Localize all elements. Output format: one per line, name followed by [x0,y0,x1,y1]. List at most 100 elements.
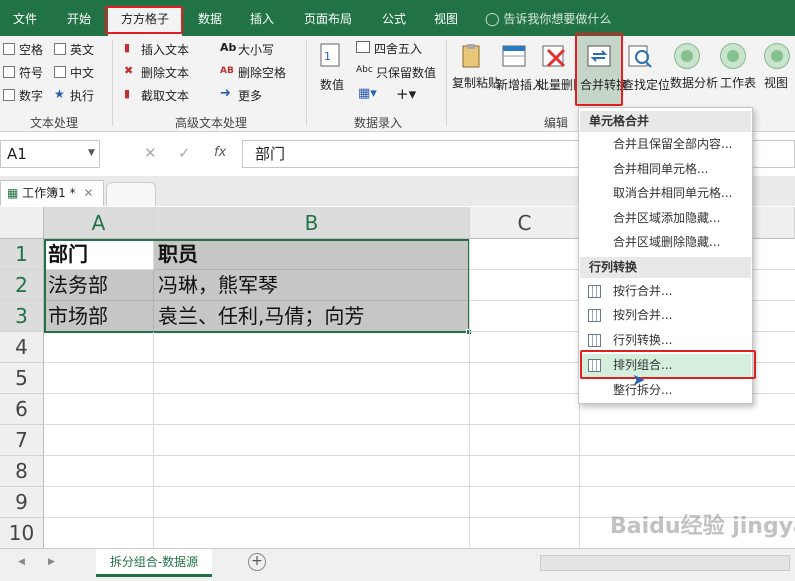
find-locate-icon [628,45,652,68]
round-button[interactable]: 四舍五入 [374,40,422,57]
cancel-icon[interactable]: ✕ [144,144,157,162]
tell-me-search[interactable]: ◯ 告诉我你想要做什么 [485,7,611,31]
tab-insert[interactable]: 插入 [240,7,284,31]
menu-item-merge-add-hidden[interactable]: 合并区域添加隐藏... [580,207,751,230]
label-symbol: 符号 [19,66,44,80]
clipboard-icon [462,44,480,68]
add-sheet-icon[interactable]: + [248,553,266,571]
menu-item-label: 行列转换... [613,333,673,347]
more-arrow-icon: ➜ [220,86,231,101]
prev-sheet-icon[interactable]: ◀ [18,557,25,567]
copy-paste-button[interactable]: 复制粘贴 [452,76,500,90]
group-label-data-entry: 数据录入 [353,116,402,130]
execute-button[interactable]: 执行 [70,87,94,104]
checkbox-chinese[interactable] [54,66,66,78]
tab-data[interactable]: 数据 [188,7,232,31]
tell-me-text: 告诉我你想要做什么 [503,12,612,26]
fill-icon[interactable]: ▦▾ [358,86,377,101]
row-header[interactable]: 9 [0,487,44,518]
case-icon: Ab [220,41,237,54]
tab-page-layout[interactable]: 页面布局 [296,7,360,31]
plus-icon[interactable]: +▾ [396,85,416,103]
close-icon[interactable]: ✕ [83,186,93,200]
menu-item-row-col-convert[interactable]: 行列转换... [580,329,751,352]
col-line [153,332,154,549]
keep-number-button[interactable]: 只保留数值 [376,64,436,81]
row-header[interactable]: 4 [0,332,44,363]
name-box-dropdown-icon[interactable]: ▼ [88,148,95,158]
group-separator [112,40,113,126]
numeric-button[interactable]: 数值 [320,76,344,93]
checkbox-digit[interactable] [3,89,15,101]
menu-item-unmerge-same-cells[interactable]: 取消合并相同单元格... [580,182,751,205]
name-box[interactable]: A1 [0,140,100,168]
menu-item-merge-same-cells[interactable]: 合并相同单元格... [580,158,751,181]
row-header[interactable]: 2 [0,270,44,301]
confirm-icon[interactable]: ✓ [178,144,191,162]
insert-function-icon[interactable]: fx [214,145,226,160]
menu-section-cell-merge: 单元格合并 [580,111,751,132]
row-header[interactable]: 8 [0,456,44,487]
batch-delete-icon [542,45,566,68]
case-button[interactable]: 大小写 [238,41,274,58]
row-header[interactable]: 5 [0,363,44,394]
row-merge-icon [588,285,601,298]
workbook-icon: ▦ [7,186,19,200]
horizontal-scrollbar[interactable] [540,555,790,571]
menu-item-merge-keep-all[interactable]: 合并且保留全部内容... [580,133,751,156]
label-english: 英文 [70,43,95,57]
tab-formulas[interactable]: 公式 [372,7,416,31]
menu-item-split-rows[interactable]: 整行拆分... [580,379,751,402]
row-header[interactable]: 1 [0,239,44,270]
label-digit: 数字 [19,89,44,103]
new-workbook-tab[interactable] [106,182,156,206]
group-separator [306,40,307,126]
lightbulb-icon: ◯ [485,12,500,27]
column-header-b[interactable]: B [154,207,470,239]
insert-rows-icon [502,45,526,67]
column-header-a[interactable]: A [44,207,154,239]
workbook-tab[interactable]: ▦ 工作簿1 * ✕ [0,180,104,206]
worksheet-button[interactable]: 工作表 [720,74,756,91]
checkbox-symbol[interactable] [3,66,15,78]
column-header-c[interactable]: C [470,207,580,239]
data-analysis-icon [674,43,700,69]
insert-text-button[interactable]: 插入文本 [141,41,189,58]
data-analysis-button[interactable]: 数据分析 [670,74,718,91]
remove-space-button[interactable]: 删除空格 [238,64,286,81]
permutation-highlight-box [580,350,756,379]
transpose-icon [588,334,601,347]
label-space: 空格 [19,43,44,57]
menu-item-merge-by-column[interactable]: 按列合并... [580,304,751,327]
checkbox-english[interactable] [54,43,66,55]
workbook-tab-label: 工作簿1 * [22,186,76,200]
delete-text-icon: ✖ [124,64,134,77]
menu-item-merge-by-row[interactable]: 按行合并... [580,280,751,303]
find-locate-button[interactable]: 查找定位 [622,76,670,93]
svg-text:1: 1 [324,50,331,63]
select-all-corner[interactable] [0,207,44,239]
more-button[interactable]: 更多 [238,87,262,104]
view-icon [764,43,790,69]
checkbox-space[interactable] [3,43,15,55]
tab-highlight-box [105,6,183,34]
tab-home[interactable]: 开始 [58,7,100,31]
merge-convert-highlight-box [575,33,623,106]
column-merge-icon [588,309,601,322]
row-header[interactable]: 6 [0,394,44,425]
tab-file[interactable]: 文件 [4,7,46,31]
view-button[interactable]: 视图 [764,74,788,91]
sheet-tab-active[interactable]: 拆分组合-数据源 [96,549,212,577]
numeric-icon: 1 [320,43,340,67]
delete-text-button[interactable]: 删除文本 [141,64,189,81]
menu-item-merge-remove-hidden[interactable]: 合并区域删除隐藏... [580,231,751,254]
row-header[interactable]: 7 [0,425,44,456]
row-header[interactable]: 10 [0,518,44,549]
extract-text-icon: ▮ [124,87,131,100]
excel-window: { "tabs":["文件","开始","方方格子","数据","插入","页面… [0,0,795,581]
extract-text-button[interactable]: 截取文本 [141,87,189,104]
next-sheet-icon[interactable]: ▶ [48,557,55,567]
menu-item-label: 按列合并... [613,308,673,322]
row-header[interactable]: 3 [0,301,44,332]
tab-view[interactable]: 视图 [424,7,468,31]
